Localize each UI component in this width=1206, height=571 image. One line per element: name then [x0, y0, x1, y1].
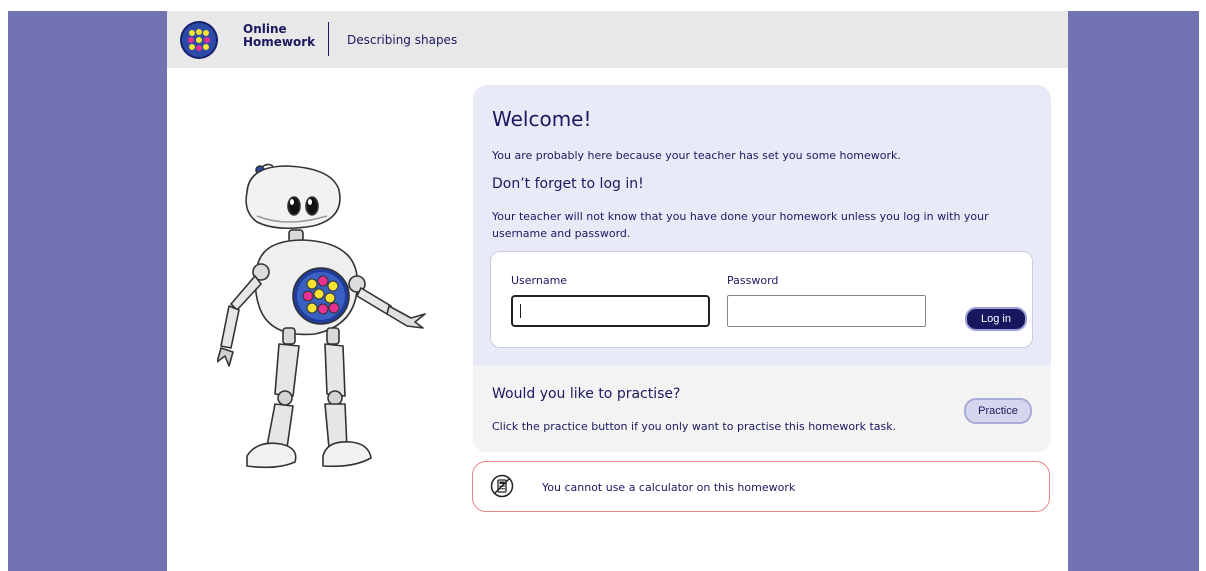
practice-text: Click the practice button if you only wa… — [492, 420, 897, 433]
left-side-panel — [8, 11, 167, 571]
top-band — [0, 0, 1206, 11]
header-divider — [328, 22, 329, 56]
breadcrumb-describing-shapes[interactable]: Describing shapes — [347, 33, 457, 47]
username-label: Username — [511, 274, 568, 287]
calculator-notice: You cannot use a calculator on this home… — [472, 461, 1050, 512]
calculator-notice-text: You cannot use a calculator on this home… — [542, 481, 796, 494]
no-calculator-icon — [490, 474, 514, 498]
welcome-title: Welcome! — [492, 107, 592, 131]
login-info-text: Your teacher will not know that you have… — [492, 210, 989, 240]
right-side-panel — [1068, 11, 1199, 571]
main-content: Online Homework Describing shapes Welcom… — [167, 11, 1068, 571]
header-bar: Online Homework Describing shapes — [167, 11, 1068, 68]
dotted-circle-logo-icon[interactable] — [179, 20, 219, 60]
brand-line-2: Homework — [243, 35, 316, 49]
login-reminder-heading: Don’t forget to log in! — [492, 176, 644, 192]
password-label: Password — [727, 274, 779, 287]
intro-text: You are probably here because your teach… — [492, 149, 901, 162]
login-form: Username Password Log in — [490, 251, 1033, 348]
username-input[interactable] — [511, 295, 710, 327]
password-input[interactable] — [727, 295, 926, 327]
text-caret — [520, 304, 521, 318]
robot-mascot-illustration — [217, 163, 426, 469]
log-in-button[interactable]: Log in — [965, 307, 1027, 331]
brand-name[interactable]: Online Homework — [243, 23, 315, 49]
practice-button[interactable]: Practice — [964, 398, 1032, 424]
welcome-card: Welcome! You are probably here because y… — [473, 85, 1051, 452]
practice-heading: Would you like to practise? — [492, 386, 681, 402]
practice-section: Would you like to practise? Click the pr… — [473, 365, 1051, 452]
